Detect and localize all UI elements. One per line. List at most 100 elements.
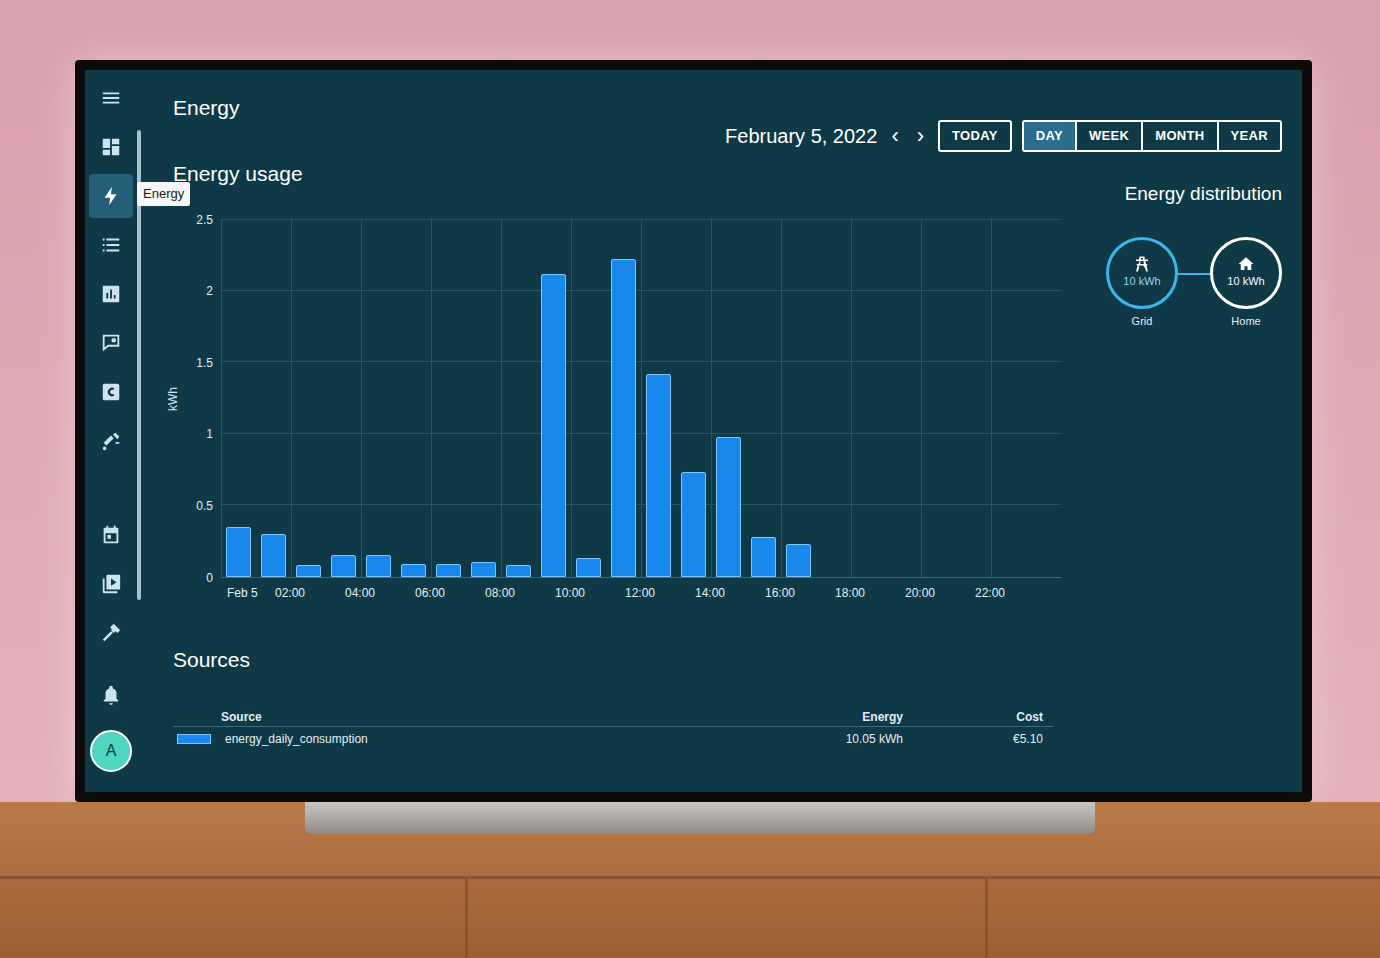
sidebar-item[interactable] xyxy=(89,272,133,316)
table-header: SourceEnergyCost xyxy=(173,699,1053,727)
robot-vacuum-icon xyxy=(100,430,122,452)
home-label: Home xyxy=(1231,313,1260,330)
bar-slot xyxy=(1026,220,1061,577)
bar-slot xyxy=(256,220,291,577)
sidebar-item[interactable]: Energy xyxy=(89,174,133,218)
page-title: Energy xyxy=(173,70,240,124)
bar-slot xyxy=(221,220,256,577)
gridline xyxy=(991,220,1061,577)
bar[interactable] xyxy=(331,555,356,576)
prev-button[interactable]: ‹ xyxy=(887,125,902,147)
bar-slot xyxy=(501,220,536,577)
y-tick: 0.5 xyxy=(196,497,213,515)
chat-eye-icon xyxy=(100,332,122,354)
home-icon xyxy=(1237,255,1255,273)
tv: Energy A Energy February 5, 2022 ‹ › TODAY DAY… xyxy=(75,60,1312,802)
bar-slot xyxy=(291,220,326,577)
bar[interactable] xyxy=(716,437,741,577)
period-button[interactable]: WEEK xyxy=(1075,122,1141,150)
dashboard-icon xyxy=(100,136,122,158)
sidebar-item[interactable] xyxy=(89,125,133,169)
sidebar-item[interactable] xyxy=(89,76,133,120)
sidebar-item[interactable] xyxy=(89,611,133,655)
bar[interactable] xyxy=(436,564,461,577)
bar[interactable] xyxy=(226,527,251,577)
x-tick: 22:00 xyxy=(975,584,1061,602)
bar-slot xyxy=(816,220,851,577)
x-axis: Feb 502:0004:0006:0008:0010:0012:0014:00… xyxy=(221,578,1061,602)
drawer xyxy=(988,879,1380,958)
main-panel: Energy February 5, 2022 ‹ › TODAY DAYWEEKMONT… xyxy=(141,70,1302,792)
bar-chart-icon xyxy=(100,283,122,305)
y-tick: 2 xyxy=(206,282,213,300)
table-row[interactable]: energy_daily_consumption10.05 kWh€5.10 xyxy=(173,727,1053,751)
list-icon xyxy=(100,234,122,256)
y-tick: 2.5 xyxy=(196,211,213,229)
bar[interactable] xyxy=(751,537,776,577)
sidebar-item[interactable] xyxy=(89,562,133,606)
bar[interactable] xyxy=(401,564,426,577)
next-button[interactable]: › xyxy=(913,125,928,147)
today-button[interactable]: TODAY xyxy=(938,120,1012,152)
grid-node[interactable]: 10 kWh xyxy=(1106,237,1178,309)
transmission-tower-icon xyxy=(1133,255,1151,273)
sidebar: Energy A xyxy=(85,70,137,792)
bell-icon xyxy=(100,684,122,706)
energy-node: 10 kWh Grid xyxy=(1106,237,1178,330)
cell-text: energy_daily_consumption xyxy=(225,730,368,748)
bar[interactable] xyxy=(506,565,531,576)
date-label: February 5, 2022 xyxy=(725,121,877,151)
bar-slot xyxy=(396,220,431,577)
sidebar-item[interactable] xyxy=(89,419,133,463)
bar[interactable] xyxy=(576,558,601,577)
y-axis: kWh00.511.522.5 xyxy=(173,220,221,578)
gridline xyxy=(851,220,921,577)
screen: Energy A Energy February 5, 2022 ‹ › TODAY DAY… xyxy=(85,70,1302,792)
grid-value: 10 kWh xyxy=(1123,273,1160,290)
table-cell: energy_daily_consumption xyxy=(173,730,743,748)
bar[interactable] xyxy=(646,374,671,577)
bars xyxy=(221,220,1061,577)
period-button[interactable]: MONTH xyxy=(1141,122,1216,150)
gridline xyxy=(361,220,431,577)
table-cell: €5.10 xyxy=(903,730,1053,748)
bar[interactable] xyxy=(471,562,496,576)
date-controls: February 5, 2022 ‹ › TODAY DAYWEEKMONTHYEAR xyxy=(725,70,1282,152)
gridline xyxy=(921,220,991,577)
bar[interactable] xyxy=(296,565,321,576)
bar[interactable] xyxy=(261,534,286,577)
sidebar-item[interactable] xyxy=(89,321,133,365)
c-box-icon xyxy=(100,381,122,403)
gridline xyxy=(291,220,361,577)
grid-label: Grid xyxy=(1132,313,1153,330)
bar[interactable] xyxy=(541,274,566,577)
sidebar-item[interactable] xyxy=(89,513,133,557)
bar[interactable] xyxy=(681,472,706,576)
hammer-icon xyxy=(100,622,122,644)
period-button[interactable]: YEAR xyxy=(1217,122,1280,150)
bar-slot xyxy=(571,220,606,577)
bar-slot xyxy=(711,220,746,577)
gridline xyxy=(431,220,501,577)
bar-slot xyxy=(641,220,676,577)
home-value: 10 kWh xyxy=(1227,273,1264,290)
cabinet xyxy=(0,802,1380,958)
user-avatar[interactable]: A xyxy=(90,730,132,772)
home-node[interactable]: 10 kWh xyxy=(1210,237,1282,309)
y-tick: 0 xyxy=(206,569,213,587)
period-button[interactable]: DAY xyxy=(1024,122,1075,150)
sidebar-item[interactable] xyxy=(89,673,133,717)
sidebar-item[interactable] xyxy=(89,370,133,414)
x-tick-cell: 22:00 xyxy=(991,584,1061,602)
sources-table: SourceEnergyCostenergy_daily_consumption… xyxy=(173,699,1053,751)
header: Energy February 5, 2022 ‹ › TODAY DAYWEEKMONT… xyxy=(173,70,1282,154)
bar[interactable] xyxy=(786,544,811,577)
bar[interactable] xyxy=(366,555,391,576)
bar-slot xyxy=(781,220,816,577)
bar-slot xyxy=(676,220,711,577)
menu-icon xyxy=(100,87,122,109)
bar-slot xyxy=(851,220,886,577)
bar[interactable] xyxy=(611,259,636,576)
photo: {"header": {"title": "Energy", "date": "… xyxy=(0,0,1380,958)
sidebar-item[interactable] xyxy=(89,223,133,267)
